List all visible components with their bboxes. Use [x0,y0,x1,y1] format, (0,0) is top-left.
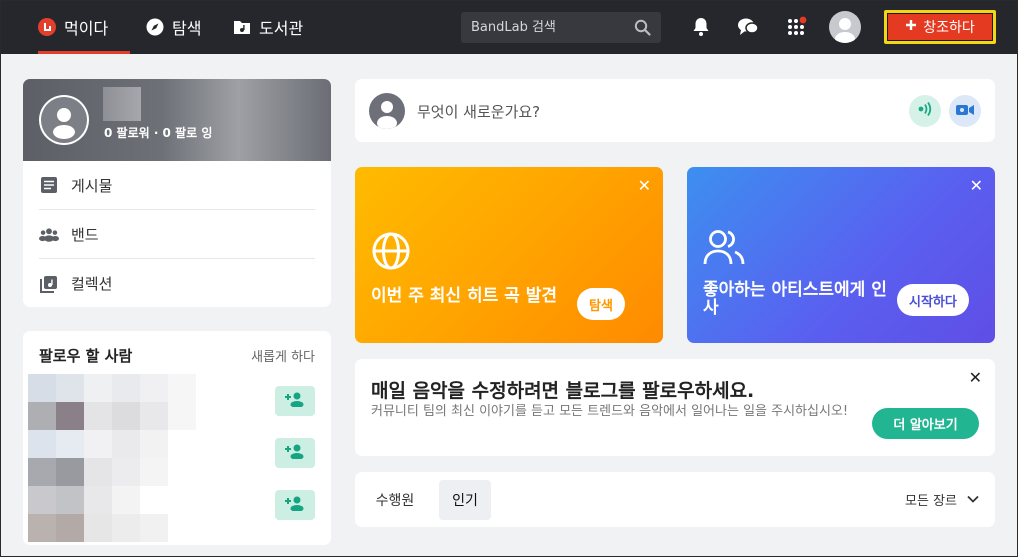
band-icon [39,224,59,244]
tab-following[interactable]: 수행원 [363,480,427,520]
live-audio-button[interactable] [909,95,941,127]
promo-text: 좋아하는 아티스트에게 인사 [703,280,887,318]
menu-item-label: 밴드 [71,225,99,244]
profile-stats: 0 팔로워 · 0 팔로 잉 [104,126,213,140]
bell-icon[interactable] [689,15,713,39]
add-user-icon [284,495,306,515]
plus-icon [905,19,917,35]
globe-icon [371,231,411,275]
profile-card: 0 팔로워 · 0 팔로 잉 게시물 밴드 컬렉션 [23,79,331,307]
suggested-users-blurred [28,374,196,542]
menu-item-collections[interactable]: 컬렉션 [39,259,315,307]
collection-icon [39,274,59,294]
add-user-icon [284,443,306,463]
profile-header: 0 팔로워 · 0 팔로 잉 [23,79,331,161]
chat-icon[interactable] [736,15,760,39]
posts-icon [39,175,59,195]
refresh-suggestions-link[interactable]: 새롭게 하다 [251,346,315,365]
broadcast-icon [916,101,934,121]
close-icon[interactable]: ✕ [970,176,983,195]
avatar-icon[interactable] [829,11,861,43]
tab-popular[interactable]: 인기 [439,480,491,520]
nav-feed-label: 먹이다 [64,19,109,38]
menu-item-posts[interactable]: 게시물 [39,161,315,210]
video-camera-icon [955,102,975,121]
apps-grid-icon[interactable] [785,15,809,39]
bandlab-logo-icon [38,18,56,36]
compose-placeholder[interactable]: 무엇이 새로운가요? [417,101,540,122]
nav-explore-label: 탐색 [172,19,202,38]
top-navigation-bar: 먹이다 탐색 도서관 BandLab 검색 창조하다 [0,0,1018,54]
promo-card-artists: ✕ 좋아하는 아티스트에게 인사 시작하다 [687,167,995,343]
profile-avatar-icon[interactable] [39,95,89,145]
chevron-down-icon [967,492,979,507]
menu-item-label: 게시물 [71,176,113,195]
learn-more-button[interactable]: 더 알아보기 [872,408,979,439]
compose-post-card[interactable]: 무엇이 새로운가요? [355,79,995,142]
who-to-follow-title: 팔로우 할 사람 [39,347,133,365]
feed-tabs-card: 수행원 인기 모든 장르 [355,472,995,527]
who-to-follow-card: 팔로우 할 사람 새롭게 하다 [23,331,331,545]
search-bar[interactable] [461,12,661,43]
genre-dropdown[interactable]: 모든 장르 [905,490,979,509]
menu-item-bands[interactable]: 밴드 [39,210,315,259]
search-input[interactable] [471,20,631,35]
users-icon [703,227,745,271]
nav-explore[interactable]: 탐색 [146,0,201,54]
profile-username-blurred [103,87,141,121]
search-icon[interactable] [634,19,651,40]
promo-text: 이번 주 최신 히트 곡 발견 [371,286,557,306]
avatar-icon [369,93,405,129]
nav-feed[interactable]: 먹이다 [38,0,130,54]
menu-item-label: 컬렉션 [71,275,113,293]
library-icon [233,18,251,36]
genre-dropdown-label: 모든 장르 [905,494,957,509]
follow-user-button[interactable] [275,490,315,520]
blog-title: 매일 음악을 수정하려면 블로그를 팔로우하세요. [371,380,755,402]
compass-icon [146,18,164,36]
nav-library[interactable]: 도서관 [233,0,303,54]
create-button[interactable]: 창조하다 [887,13,993,41]
get-started-button[interactable]: 시작하다 [897,284,969,316]
add-user-icon [284,391,306,411]
close-icon[interactable]: ✕ [638,176,651,195]
video-post-button[interactable] [949,95,981,127]
follow-user-button[interactable] [275,386,315,416]
blog-subtitle: 커뮤니티 팀의 최신 이야기를 듣고 모든 트렌드와 음악에서 일어나는 일을 … [371,404,849,419]
explore-button[interactable]: 탐색 [577,288,625,320]
promo-card-discover: ✕ 이번 주 최신 히트 곡 발견 탐색 [355,167,663,343]
blog-follow-card: 매일 음악을 수정하려면 블로그를 팔로우하세요. 커뮤니티 팀의 최신 이야기… [355,359,995,456]
close-icon[interactable]: ✕ [969,368,982,387]
create-button-highlight: 창조하다 [884,10,996,44]
nav-library-label: 도서관 [259,19,304,38]
create-button-label: 창조하다 [923,20,975,36]
follow-user-button[interactable] [275,438,315,468]
